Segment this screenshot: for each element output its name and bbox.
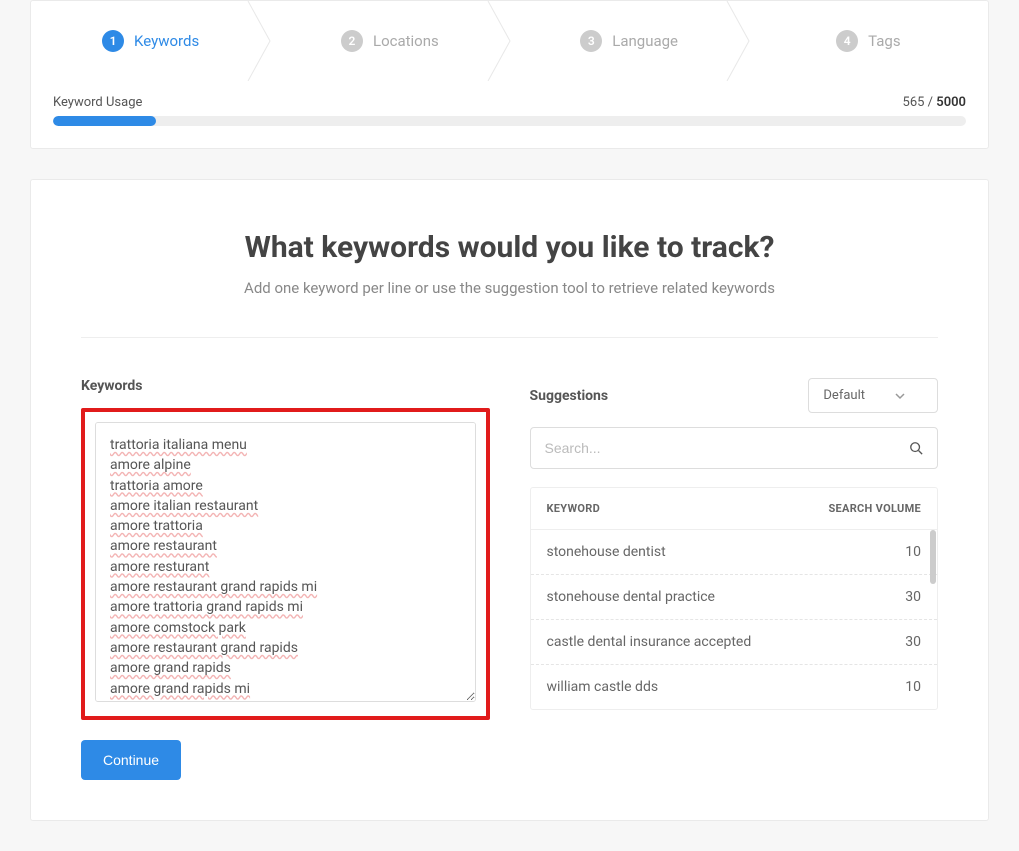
keywords-label: Keywords (81, 378, 490, 394)
cell-keyword: stonehouse dental practice (547, 589, 715, 605)
stepper-card: 1 Keywords 2 Locations 3 Language 4 Tags… (30, 0, 989, 149)
main-card: What keywords would you like to track? A… (30, 179, 989, 821)
search-input[interactable] (545, 440, 910, 456)
step-label: Keywords (134, 32, 199, 50)
chevron-sep-icon (726, 1, 750, 81)
keyword-usage: Keyword Usage 565 / 5000 (31, 81, 988, 148)
cell-volume: 30 (905, 634, 921, 650)
step-locations[interactable]: 2 Locations (270, 1, 509, 81)
keywords-column: Keywords Continue (81, 378, 490, 780)
usage-count: 565 / 5000 (903, 95, 966, 110)
step-label: Tags (868, 32, 900, 50)
table-row[interactable]: william castle dds 10 (531, 665, 938, 709)
step-num: 3 (580, 30, 602, 52)
search-icon (909, 441, 923, 455)
keywords-textarea[interactable] (95, 422, 476, 702)
step-num: 2 (341, 30, 363, 52)
cell-volume: 10 (905, 544, 921, 560)
cell-keyword: castle dental insurance accepted (547, 634, 752, 650)
suggestions-label: Suggestions (530, 388, 609, 404)
step-num: 1 (102, 30, 124, 52)
chevron-sep-icon (487, 1, 511, 81)
col-volume: SEARCH VOLUME (828, 502, 921, 515)
step-label: Locations (373, 32, 439, 50)
scrollbar-thumb[interactable] (930, 530, 936, 584)
page-subtitle: Add one keyword per line or use the sugg… (81, 279, 938, 297)
search-box[interactable] (530, 427, 939, 469)
usage-fill (53, 116, 156, 126)
page-title: What keywords would you like to track? (81, 230, 938, 265)
chevron-sep-icon (247, 1, 271, 81)
step-tags[interactable]: 4 Tags (749, 1, 988, 81)
keywords-highlight-box (81, 408, 490, 720)
step-language[interactable]: 3 Language (510, 1, 749, 81)
chevron-down-icon (895, 391, 905, 401)
step-keywords[interactable]: 1 Keywords (31, 1, 270, 81)
usage-bar (53, 116, 966, 126)
table-row[interactable]: stonehouse dental practice 30 (531, 575, 938, 620)
suggestions-table: KEYWORD SEARCH VOLUME stonehouse dentist… (530, 487, 939, 710)
usage-label: Keyword Usage (53, 95, 142, 110)
table-row[interactable]: stonehouse dentist 10 (531, 530, 938, 575)
cell-volume: 30 (905, 589, 921, 605)
step-label: Language (612, 32, 678, 50)
suggestions-select[interactable]: Default (808, 378, 938, 413)
cell-volume: 10 (905, 679, 921, 695)
stepper: 1 Keywords 2 Locations 3 Language 4 Tags (31, 1, 988, 81)
col-keyword: KEYWORD (547, 502, 601, 515)
table-row[interactable]: castle dental insurance accepted 30 (531, 620, 938, 665)
cell-keyword: stonehouse dentist (547, 544, 666, 560)
table-header: KEYWORD SEARCH VOLUME (531, 488, 938, 530)
continue-button[interactable]: Continue (81, 740, 181, 780)
select-value: Default (823, 388, 865, 403)
cell-keyword: william castle dds (547, 679, 659, 695)
divider (81, 337, 938, 338)
step-num: 4 (836, 30, 858, 52)
suggestions-column: Suggestions Default KEYWORD SEARCH VOLUM… (530, 378, 939, 780)
